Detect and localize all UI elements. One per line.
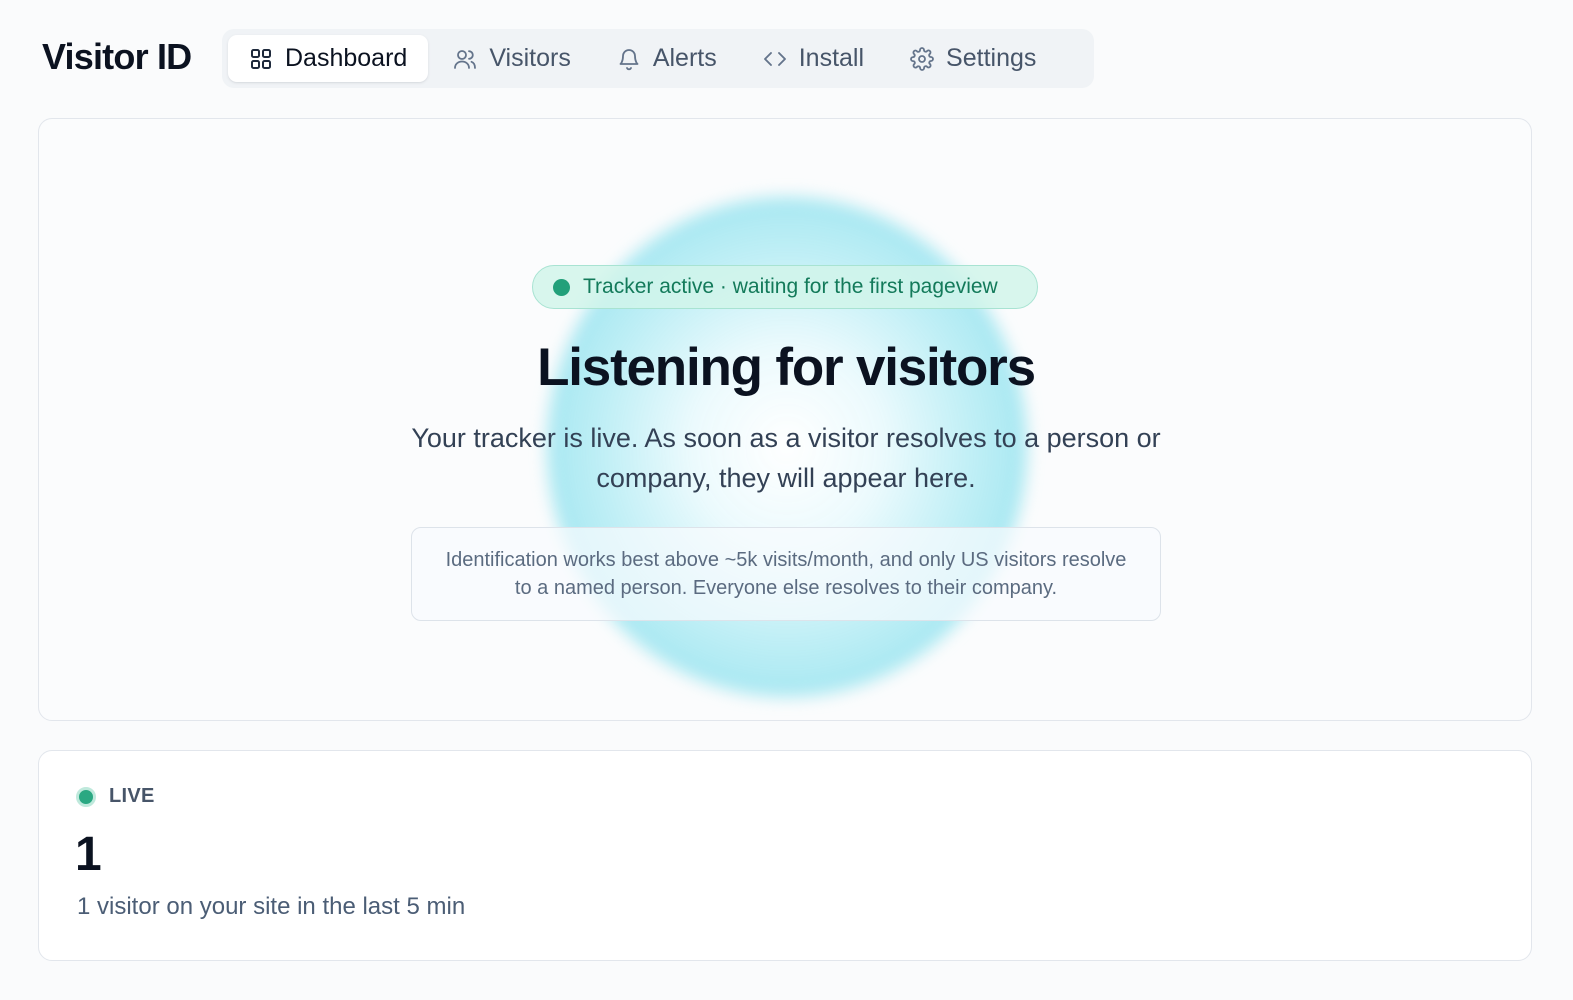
nav-tab-label: Install	[798, 44, 865, 72]
live-visitor-caption: 1 visitor on your site in the last 5 min	[77, 893, 466, 920]
code-icon	[763, 47, 787, 71]
gear-icon	[910, 46, 934, 71]
nav-tab-settings[interactable]: Settings	[889, 35, 1057, 82]
grid-icon	[249, 47, 273, 71]
tracker-status-badge: Tracker active · waiting for the first p…	[532, 265, 1038, 309]
listening-card: Tracker active · waiting for the first p…	[38, 118, 1532, 721]
listening-description: Your tracker is live. As soon as a visit…	[411, 423, 1161, 493]
nav-tab-alerts[interactable]: Alerts	[596, 35, 738, 82]
live-visitors-card: LIVE 1 1 visitor on your site in the las…	[38, 750, 1532, 961]
listening-title: Listening for visitors	[537, 338, 1036, 397]
live-label: LIVE	[109, 785, 155, 807]
tracker-status-text: Tracker active · waiting for the first p…	[583, 275, 998, 298]
main-nav: Dashboard Visitors Alerts Install Settin…	[222, 29, 1094, 88]
live-visitor-count: 1	[75, 828, 102, 881]
app-brand[interactable]: Visitor ID	[42, 36, 192, 78]
live-dot	[76, 786, 96, 807]
nav-tab-dashboard[interactable]: Dashboard	[228, 35, 429, 82]
live-indicator: LIVE	[76, 785, 155, 808]
nav-tab-visitors[interactable]: Visitors	[432, 35, 592, 82]
nav-tab-label: Dashboard	[285, 44, 408, 72]
status-dot	[553, 278, 570, 296]
top-header: Visitor ID Dashboard Visitors Alerts Ins…	[0, 0, 1573, 118]
nav-tab-label: Alerts	[652, 44, 717, 72]
nav-tab-install[interactable]: Install	[742, 35, 885, 82]
bell-icon	[617, 47, 641, 71]
nav-tab-label: Visitors	[489, 44, 571, 72]
nav-tab-label: Settings	[946, 44, 1037, 72]
identification-note: Identification works best above ~5k visi…	[411, 527, 1161, 621]
users-icon	[453, 47, 477, 71]
identification-note-text: Identification works best above ~5k visi…	[445, 549, 1127, 599]
